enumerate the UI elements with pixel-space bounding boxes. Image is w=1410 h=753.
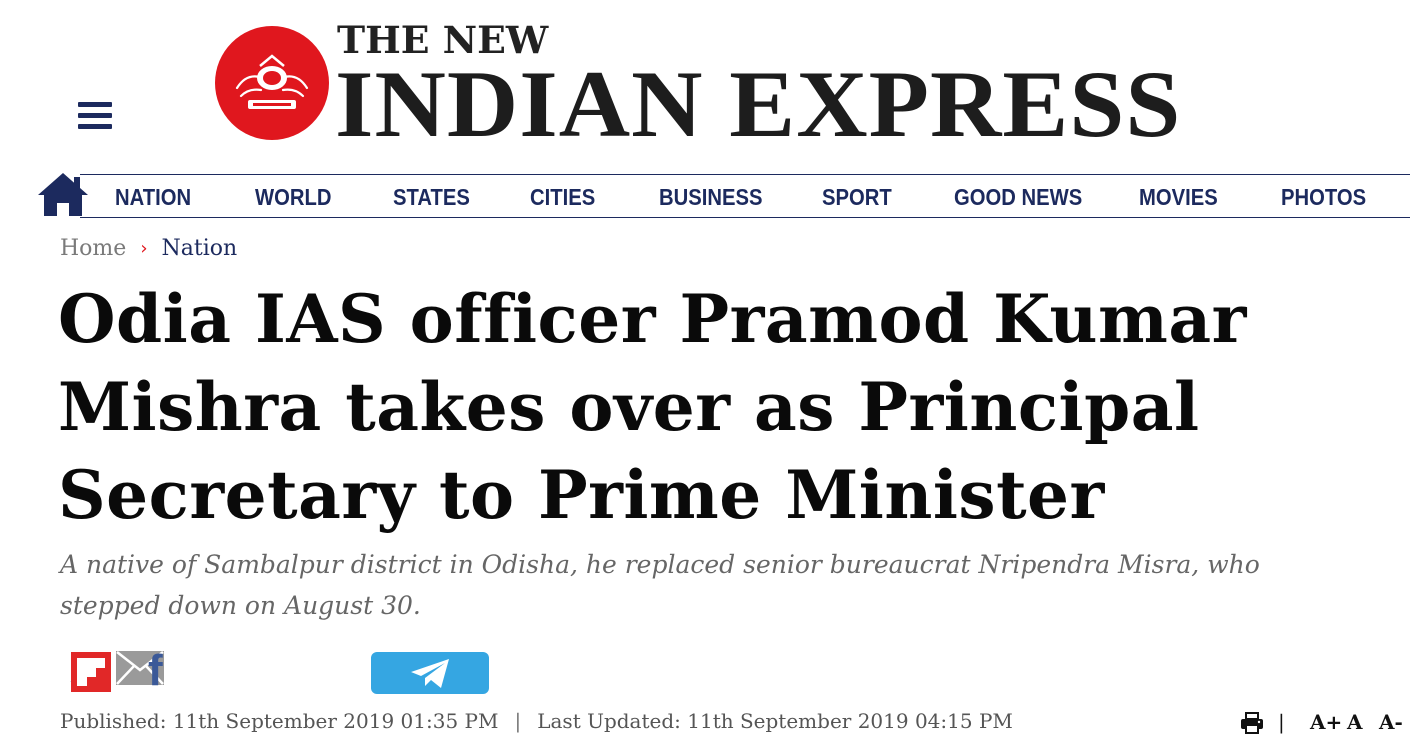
emblem-icon [215,26,329,140]
telegram-icon[interactable] [371,652,489,694]
headline-line: Mishra takes over as Principal [58,368,1200,446]
font-decrease-button[interactable]: A- [1379,710,1403,734]
headline-line: Secretary to Prime Minister [58,456,1105,534]
breadcrumb-home[interactable]: Home [60,236,126,261]
menu-bar [78,102,112,107]
updated-date: Last Updated: 11th September 2019 04:15 … [537,709,1013,733]
nav-item-movies[interactable]: MOVIES [1139,184,1218,211]
print-icon[interactable] [1240,712,1264,734]
breadcrumb-separator: › [140,238,148,259]
menu-icon[interactable] [78,102,112,132]
nav-item-cities[interactable]: CITIES [530,184,595,211]
nav-item-photos[interactable]: PHOTOS [1281,184,1366,211]
flipboard-icon[interactable] [71,652,111,692]
article-meta: Published: 11th September 2019 01:35 PM … [60,709,1013,733]
nav-item-business[interactable]: BUSINESS [659,184,762,211]
published-date: Published: 11th September 2019 01:35 PM [60,709,499,733]
font-reset-button[interactable]: A [1347,710,1363,734]
article-summary: A native of Sambalpur district in Odisha… [60,550,1260,620]
site-logo[interactable]: THE NEW INDIAN EXPRESS [215,20,1180,154]
tools-divider: | [1278,710,1285,734]
menu-bar [78,113,112,118]
nav-item-nation[interactable]: NATION [115,184,191,211]
menu-bar [78,124,112,129]
main-nav: NATION WORLD STATES CITIES BUSINESS SPOR… [80,174,1410,218]
nav-item-states[interactable]: STATES [393,184,470,211]
breadcrumb: Home › Nation [60,236,237,261]
telegram-plane-icon [411,659,449,688]
share-bar: f [70,649,500,694]
article-headline: Odia IAS officer Pramod Kumar Mishra tak… [58,275,1288,539]
breadcrumb-section[interactable]: Nation [162,236,238,261]
facebook-icon[interactable]: f [148,649,174,694]
headline-line: Odia IAS officer Pramod Kumar [58,280,1247,358]
logo-title-big: INDIAN EXPRESS [335,51,1182,157]
nav-item-sport[interactable]: SPORT [822,184,892,211]
nav-item-good-news[interactable]: GOOD NEWS [954,184,1082,211]
meta-divider: | [514,709,522,733]
font-increase-button[interactable]: A+ [1310,710,1342,734]
nav-item-world[interactable]: WORLD [255,184,331,211]
article-tools: | A+ A A- [1240,708,1410,738]
